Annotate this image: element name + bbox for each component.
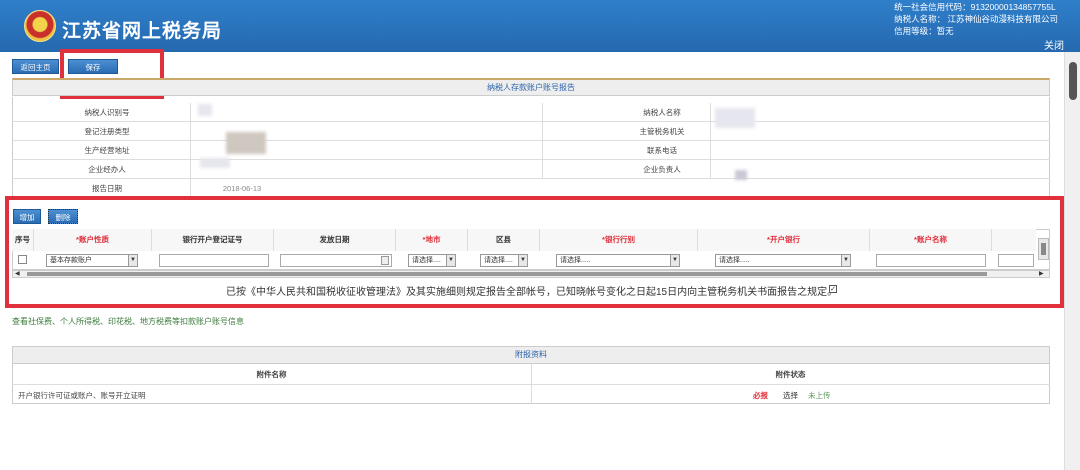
redacted-value xyxy=(200,158,230,168)
attachment-name-header: 附件名称 xyxy=(256,370,287,379)
attachment-status-header: 附件状态 xyxy=(775,370,806,379)
grid-divider xyxy=(190,103,191,197)
form-label: 企业经办人 xyxy=(88,165,126,174)
redacted-value xyxy=(735,170,747,180)
redacted-value xyxy=(198,104,212,116)
report-title: 纳税人存款账户账号报告 xyxy=(12,78,1050,96)
form-label: 纳税人识别号 xyxy=(84,108,130,117)
credit-level: 信用等级：暂无 xyxy=(894,26,954,36)
grid-divider xyxy=(531,364,532,404)
form-label: 生产经营地址 xyxy=(84,146,130,155)
app-title: 江苏省网上税务局 xyxy=(62,21,223,42)
redacted-value xyxy=(715,108,755,128)
credit-code: 统一社会信用代码：91320000134857755L xyxy=(894,2,1056,12)
attachment-name: 开户银行许可证或账户、账号开立证明 xyxy=(18,391,146,400)
form-row: 企业经办人 企业负责人 xyxy=(12,160,1050,179)
app-header: 江苏省网上税务局 统一社会信用代码：91320000134857755L 纳税人… xyxy=(0,0,1080,52)
form-label: 登记注册类型 xyxy=(84,127,130,136)
attachments-title: 附报资料 xyxy=(12,346,1050,364)
grid-divider xyxy=(710,103,711,179)
upload-status: 未上传 xyxy=(808,391,831,400)
form-label: 联系电话 xyxy=(647,146,677,155)
form-row: 登记注册类型 主管税务机关 xyxy=(12,122,1050,141)
close-link[interactable]: 关闭 xyxy=(1044,37,1064,52)
redacted-value xyxy=(226,132,266,154)
other-accounts-link[interactable]: 查看社保费、个人所得税、印花税、地方税费等扣款账户账号信息 xyxy=(12,316,244,327)
grid-divider xyxy=(542,103,543,179)
account-section-highlight-box xyxy=(5,196,1064,308)
taxpayer-name: 纳税人名称： 江苏神仙谷动漫科技有限公司 xyxy=(894,14,1058,24)
select-file-link[interactable]: 选择 xyxy=(783,390,798,401)
back-home-button[interactable]: 返回主页 xyxy=(12,59,59,74)
form-row: 纳税人识别号 纳税人名称 xyxy=(12,103,1050,122)
page-scrollbar[interactable] xyxy=(1064,52,1080,470)
scrollbar-thumb[interactable] xyxy=(1069,62,1077,100)
user-info: 统一社会信用代码：91320000134857755L 纳税人名称： 江苏神仙谷… xyxy=(894,1,1058,37)
tax-emblem-icon xyxy=(24,10,56,42)
required-badge: 必报 xyxy=(753,391,768,400)
form-row: 生产经营地址 联系电话 xyxy=(12,141,1050,160)
